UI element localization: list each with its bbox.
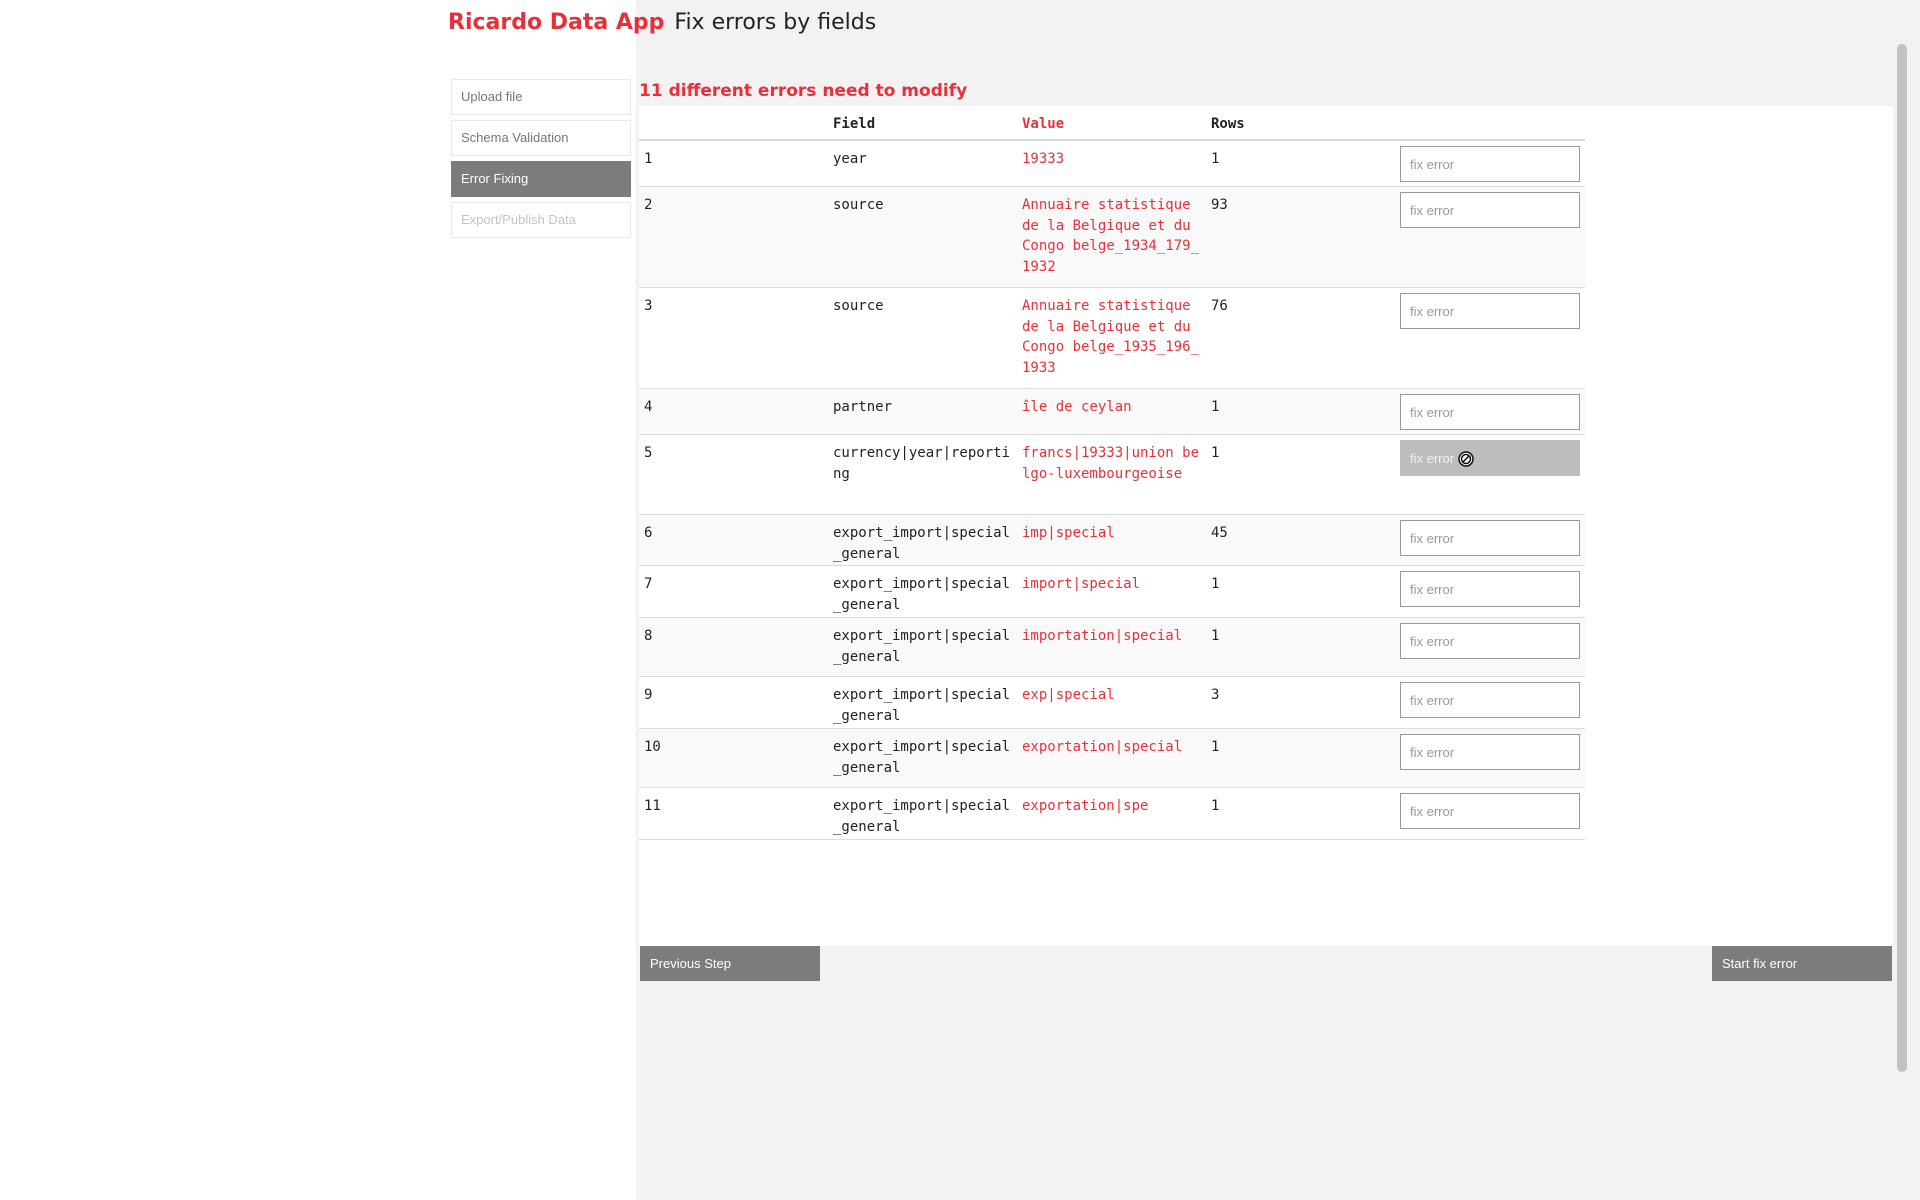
table-row: 8 export_import|special_general importat…	[639, 618, 1585, 677]
row-value: francs|19333|union belgo-luxembourgeoise	[1022, 445, 1200, 482]
table-row: 5 currency|year|reporting francs|19333|u…	[639, 435, 1585, 515]
sidebar-item-error-fixing[interactable]: Error Fixing	[451, 161, 631, 197]
row-number: 8	[644, 628, 653, 644]
row-field: export_import|special_general	[833, 739, 1011, 776]
row-number: 10	[644, 739, 661, 755]
table-row: 4 partner île de ceylan 1	[639, 389, 1585, 435]
row-value: 19333	[1022, 151, 1065, 167]
row-value: imp|special	[1022, 525, 1115, 541]
table-row: 2 source Annuaire statistique de la Belg…	[639, 187, 1585, 288]
fix-error-input-disabled	[1400, 440, 1580, 476]
fix-error-input[interactable]	[1400, 146, 1580, 182]
row-value: exp|special	[1022, 687, 1115, 703]
table-row: 11 export_import|special_general exporta…	[639, 788, 1585, 840]
fix-error-input[interactable]	[1400, 734, 1580, 770]
row-field: currency|year|reporting	[833, 445, 1011, 482]
row-count: 3	[1211, 687, 1220, 703]
page-title: Fix errors by fields	[674, 10, 877, 35]
column-header-field: Field	[833, 116, 876, 132]
sidebar-item-upload-file[interactable]: Upload file	[451, 79, 631, 115]
fix-error-input[interactable]	[1400, 682, 1580, 718]
row-number: 1	[644, 151, 653, 167]
fix-error-input[interactable]	[1400, 793, 1580, 829]
start-fix-error-button[interactable]: Start fix error	[1712, 946, 1892, 981]
table-header: Field Value Rows	[639, 112, 1585, 141]
row-value: Annuaire statistique de la Belgique et d…	[1022, 197, 1200, 275]
row-field: year	[833, 151, 867, 167]
table-row: 10 export_import|special_general exporta…	[639, 729, 1585, 788]
table-row: 6 export_import|special_general imp|spec…	[639, 515, 1585, 566]
errors-count-heading: 11 different errors need to modify	[639, 81, 968, 101]
row-count: 1	[1211, 399, 1220, 415]
sidebar-item-schema-validation[interactable]: Schema Validation	[451, 120, 631, 156]
row-field: source	[833, 197, 884, 213]
row-count: 1	[1211, 445, 1220, 461]
row-value: île de ceylan	[1022, 399, 1132, 415]
row-count: 1	[1211, 798, 1220, 814]
fix-error-input[interactable]	[1400, 520, 1580, 556]
fix-error-input[interactable]	[1400, 394, 1580, 430]
column-header-value: Value	[1022, 116, 1065, 132]
row-number: 2	[644, 197, 653, 213]
not-allowed-cursor-icon	[1458, 451, 1474, 467]
row-number: 6	[644, 525, 653, 541]
row-count: 1	[1211, 628, 1220, 644]
row-number: 4	[644, 399, 653, 415]
row-field: export_import|special_general	[833, 628, 1011, 665]
row-number: 3	[644, 298, 653, 314]
fix-error-input[interactable]	[1400, 623, 1580, 659]
row-count: 1	[1211, 151, 1220, 167]
row-number: 5	[644, 445, 653, 461]
row-field: export_import|special_general	[833, 576, 1011, 613]
fix-error-input[interactable]	[1400, 571, 1580, 607]
sidebar-steps: Upload file Schema Validation Error Fixi…	[451, 79, 631, 238]
row-count: 1	[1211, 576, 1220, 592]
row-count: 93	[1211, 197, 1228, 213]
app-brand[interactable]: Ricardo Data App	[448, 10, 664, 35]
row-value: exportation|spe	[1022, 798, 1149, 814]
row-value: Annuaire statistique de la Belgique et d…	[1022, 298, 1200, 376]
fix-error-input[interactable]	[1400, 293, 1580, 329]
fix-error-input[interactable]	[1400, 192, 1580, 228]
table-row: 9 export_import|special_general exp|spec…	[639, 677, 1585, 729]
row-field: source	[833, 298, 884, 314]
previous-step-button[interactable]: Previous Step	[640, 946, 820, 981]
row-count: 1	[1211, 739, 1220, 755]
row-field: export_import|special_general	[833, 798, 1011, 835]
row-count: 45	[1211, 525, 1228, 541]
row-number: 9	[644, 687, 653, 703]
row-field: partner	[833, 399, 893, 415]
row-value: importation|special	[1022, 628, 1183, 644]
errors-table: Field Value Rows 1 year 19333 1 2 source…	[639, 112, 1585, 840]
row-field: export_import|special_general	[833, 687, 1011, 724]
scrollbar-thumb[interactable]	[1897, 44, 1907, 1072]
table-row: 7 export_import|special_general import|s…	[639, 566, 1585, 618]
row-count: 76	[1211, 298, 1228, 314]
row-number: 7	[644, 576, 653, 592]
row-number: 11	[644, 798, 661, 814]
row-field: export_import|special_general	[833, 525, 1011, 562]
row-value: import|special	[1022, 576, 1141, 592]
table-row: 1 year 19333 1	[639, 141, 1585, 187]
row-value: exportation|special	[1022, 739, 1183, 755]
app-header: Ricardo Data App Fix errors by fields	[448, 10, 876, 42]
table-row: 3 source Annuaire statistique de la Belg…	[639, 288, 1585, 389]
column-header-rows: Rows	[1211, 116, 1245, 132]
sidebar-item-export-publish: Export/Publish Data	[451, 202, 631, 238]
